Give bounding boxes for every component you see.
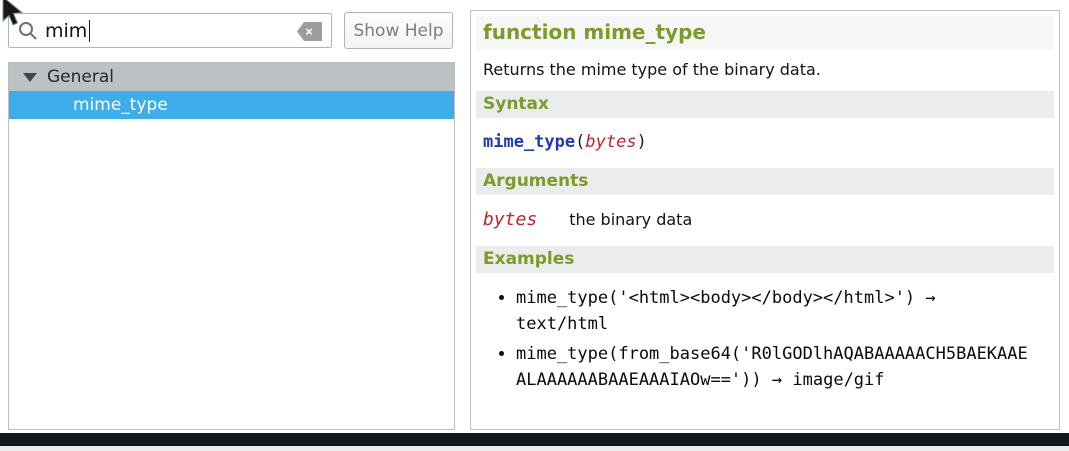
clear-search-button[interactable]: × (297, 22, 322, 41)
text-caret (89, 20, 90, 42)
help-title: function mime_type (476, 16, 1054, 50)
tree-group-general[interactable]: General (9, 63, 454, 91)
syntax-function-name: mime_type (483, 132, 575, 152)
section-header-examples: Examples (476, 246, 1054, 273)
show-help-button[interactable]: Show Help (344, 12, 453, 49)
help-panel: function mime_type Returns the mime type… (470, 10, 1060, 430)
bottom-light-strip (0, 446, 1069, 451)
tree-group-label: General (47, 67, 114, 87)
search-input[interactable] (45, 16, 285, 45)
syntax-close-paren: ) (637, 132, 647, 152)
argument-name: bytes (483, 209, 537, 230)
tree-item-mime-type[interactable]: mime_type (9, 91, 454, 119)
help-description: Returns the mime type of the binary data… (476, 50, 1054, 91)
section-header-arguments: Arguments (476, 168, 1054, 195)
syntax-arg: bytes (585, 132, 636, 152)
example-item: mime_type(from_base64('R0lGODlhAQABAAAAA… (516, 341, 1032, 393)
chevron-down-icon[interactable] (23, 73, 37, 82)
examples-list: mime_type('<html><body></body></html>') … (476, 285, 1054, 393)
search-box: × (8, 13, 332, 48)
bottom-dark-bar (0, 433, 1069, 446)
syntax-open-paren: ( (575, 132, 585, 152)
argument-description: the binary data (569, 210, 692, 229)
example-result: text/html (516, 314, 608, 334)
section-header-syntax: Syntax (476, 91, 1054, 118)
tree-item-label: mime_type (73, 95, 168, 115)
example-code: mime_type('<html><body></body></html>') (516, 288, 915, 308)
syntax-code: mime_type(bytes) (476, 118, 1054, 168)
example-arrow: → (772, 370, 782, 390)
example-arrow: → (925, 288, 935, 308)
example-result: image/gif (792, 370, 884, 390)
argument-row: bytes the binary data (476, 195, 1054, 246)
example-item: mime_type('<html><body></body></html>') … (516, 285, 1032, 337)
function-tree-panel: General mime_type (8, 62, 455, 430)
mouse-cursor-icon (0, 0, 26, 27)
